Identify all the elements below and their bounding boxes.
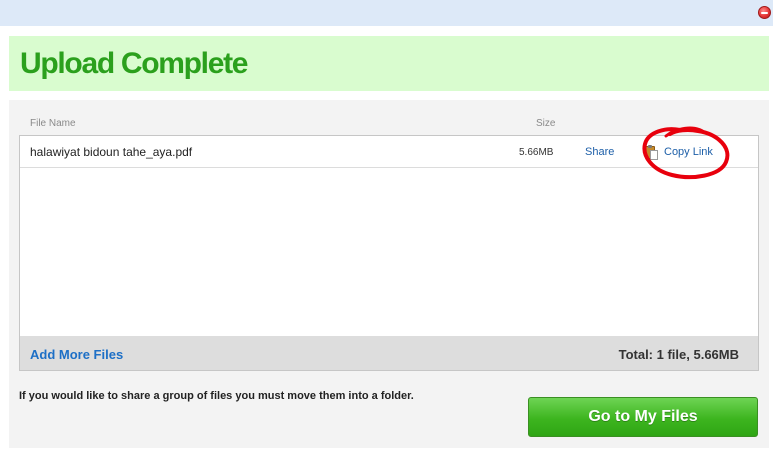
file-list-footer: Add More Files Total: 1 file, 5.66MB <box>19 336 759 371</box>
folder-share-note: If you would like to share a group of fi… <box>19 390 414 402</box>
table-row: halawiyat bidoun tahe_aya.pdf 5.66MB Sha… <box>20 136 758 168</box>
column-header-file-name: File Name <box>30 118 76 129</box>
clipboard-icon <box>645 144 658 160</box>
upload-complete-header: Upload Complete <box>9 36 769 91</box>
file-name: halawiyat bidoun tahe_aya.pdf <box>30 145 193 159</box>
upload-panel: File Name Size halawiyat bidoun tahe_aya… <box>9 100 769 448</box>
file-size: 5.66MB <box>519 147 554 158</box>
page-title: Upload Complete <box>20 47 248 80</box>
copy-link-label: Copy Link <box>664 146 713 158</box>
window-top-bar <box>0 0 773 26</box>
add-more-files-link[interactable]: Add More Files <box>30 347 123 362</box>
copy-link-button[interactable]: Copy Link <box>645 144 713 160</box>
close-icon[interactable] <box>758 6 771 19</box>
share-link[interactable]: Share <box>585 146 614 158</box>
column-header-size: Size <box>536 118 556 129</box>
go-to-my-files-button[interactable]: Go to My Files <box>528 397 758 437</box>
file-list: halawiyat bidoun tahe_aya.pdf 5.66MB Sha… <box>19 135 759 338</box>
total-summary: Total: 1 file, 5.66MB <box>618 347 739 362</box>
